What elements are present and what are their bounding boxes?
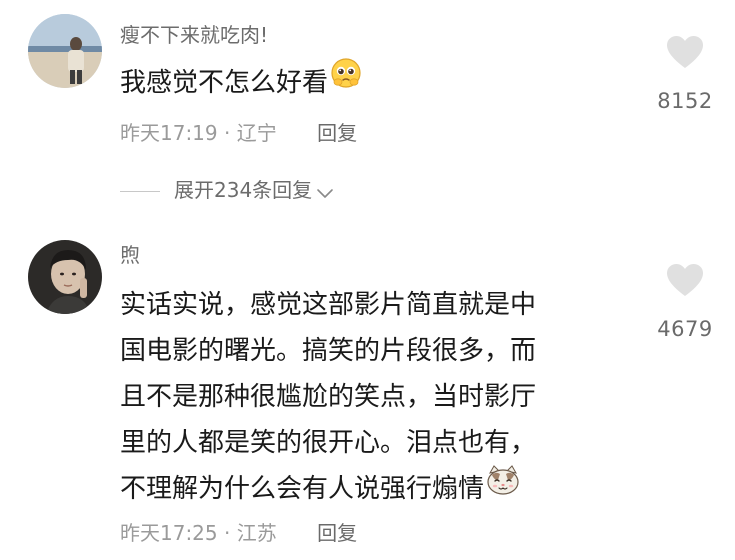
location: 辽宁 xyxy=(236,121,277,145)
comment-meta: 昨天17:19 · 辽宁 回复 xyxy=(120,120,357,146)
comment-text-line: 国电影的曙光。搞笑的片段很多，而 xyxy=(120,336,537,366)
meta-separator: · xyxy=(224,521,231,545)
comment-text: 我感觉不怎么好看 xyxy=(120,57,440,106)
heart-icon[interactable] xyxy=(665,262,705,298)
chevron-down-icon xyxy=(316,178,334,206)
avatar[interactable] xyxy=(28,240,102,314)
username[interactable]: 瘦不下来就吃肉! xyxy=(120,22,268,48)
comment-text-line: 且不是那种很尴尬的笑点，当时影厅 xyxy=(120,382,537,412)
comment-text-segment: 不理解为什么会有人说强行煽情 xyxy=(120,474,485,504)
comment-text-line: 里的人都是笑的很开心。泪点也有， xyxy=(120,428,537,458)
comment-text-line: 不理解为什么会有人说强行煽情 xyxy=(120,464,640,512)
reply-button[interactable]: 回复 xyxy=(317,521,357,545)
divider xyxy=(120,191,160,192)
comment-text-line: 实话实说，感觉这部影片简直就是中 xyxy=(120,290,537,320)
heart-icon[interactable] xyxy=(665,34,705,70)
timestamp: 昨天17:19 xyxy=(120,121,218,145)
comment-text-segment: 我感觉不怎么好看 xyxy=(120,68,329,98)
comment-text: 实话实说，感觉这部影片简直就是中 国电影的曙光。搞笑的片段很多，而 且不是那种很… xyxy=(120,282,640,512)
comment-text-line: 我感觉不怎么好看 xyxy=(120,57,440,106)
avatar[interactable] xyxy=(28,14,102,88)
reply-button[interactable]: 回复 xyxy=(317,121,357,145)
meta-separator: · xyxy=(224,121,231,145)
expand-replies-button[interactable]: 展开234条回复 xyxy=(120,176,334,206)
like-count: 8152 xyxy=(657,89,713,113)
username[interactable]: 煦 xyxy=(120,242,140,268)
expand-replies-label: 展开234条回复 xyxy=(174,178,313,202)
comment-meta: 昨天17:25 · 江苏 回复 xyxy=(120,520,357,546)
comment: 煦 实话实说，感觉这部影片简直就是中 国电影的曙光。搞笑的片段很多，而 且不是那… xyxy=(0,232,735,560)
comment: 瘦不下来就吃肉! 我感觉不怎么好看 昨天17:19 · 辽宁 回复 8152 展… xyxy=(0,0,735,232)
like-block: 4679 xyxy=(630,262,735,342)
timestamp: 昨天17:25 xyxy=(120,521,218,545)
pleading-face-icon xyxy=(330,57,362,104)
like-count: 4679 xyxy=(657,317,713,341)
like-block: 8152 xyxy=(630,34,735,114)
location: 江苏 xyxy=(236,521,277,545)
cat-face-icon xyxy=(486,464,520,510)
